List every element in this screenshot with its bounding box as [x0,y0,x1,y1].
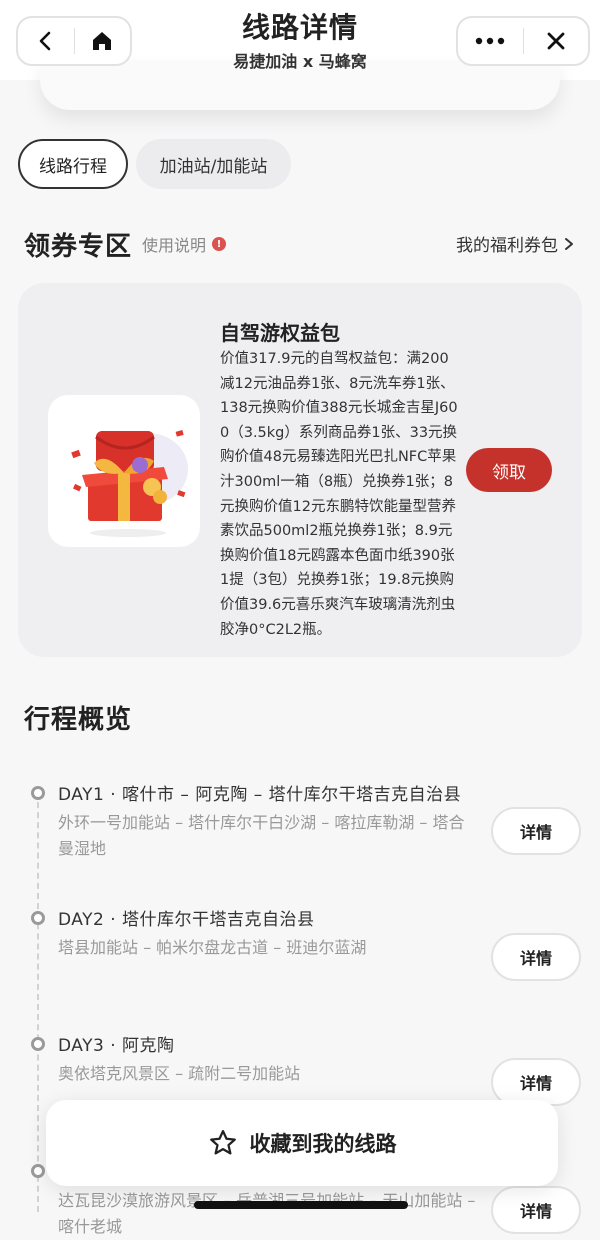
gift-image [48,395,200,547]
back-button[interactable] [18,18,74,64]
day-route: 塔县加能站 – 帕米尔盘龙古道 – 班迪尔蓝湖 [58,938,367,957]
timeline-dot [31,786,45,800]
coupon-description: 价值317.9元的自驾权益包：满200减12元油品券1张、8元洗车券1张、138… [220,351,458,638]
timeline-line [37,792,39,1212]
day-route: 奥依塔克风景区 – 疏附二号加能站 [58,1064,301,1083]
chevron-left-icon [39,31,51,51]
favorite-route-button[interactable]: 收藏到我的线路 [46,1100,558,1186]
coupon-section-title: 领券专区 [24,232,133,262]
gift-icon [71,430,188,537]
my-bag-label: 我的福利券包 [456,236,558,256]
home-indicator [194,1201,408,1209]
close-icon [547,32,565,50]
day-detail-button[interactable]: 详情 [491,933,581,981]
day-title: DAY3 · 阿克陶 [58,1036,175,1056]
claim-button[interactable]: 领取 [466,448,552,492]
day-detail-button[interactable]: 详情 [491,1186,581,1234]
page-subtitle: 易捷加油 x 马蜂窝 [233,52,367,71]
overview-title: 行程概览 [24,705,133,735]
tab-stations[interactable]: 加油站/加能站 [136,139,291,189]
favorite-label: 收藏到我的线路 [249,1132,397,1156]
chevron-right-icon [565,237,573,250]
home-button[interactable] [75,18,131,64]
timeline-dot [31,911,45,925]
nav-capsule-right [456,16,590,66]
day-detail-button[interactable]: 详情 [491,807,581,855]
page-title: 线路详情 [241,11,358,44]
day-detail-button[interactable]: 详情 [491,1058,581,1106]
timeline-dot [31,1164,45,1178]
star-icon [209,1130,236,1155]
coupon-name: 自驾游权益包 [220,321,340,345]
day-route: 外环一号加能站 – 塔什库尔干白沙湖 – 喀拉库勒湖 – 塔合曼湿地 [58,813,465,858]
day-route: 达瓦昆沙漠旅游风景区 – 岳普湖三号加能站 – 天山加能站 – 喀什老城 [58,1191,476,1236]
more-dots-icon [476,37,505,45]
tab-route[interactable]: 线路行程 [18,139,128,189]
usage-instructions-link[interactable]: 使用说明 ! [142,232,227,256]
coupon-card: 自驾游权益包 价值317.9元的自驾权益包：满200减12元油品券1张、8元洗车… [18,283,582,657]
close-button[interactable] [524,18,589,64]
home-icon [93,32,112,50]
nav-capsule-left [16,16,132,66]
my-coupon-bag-link[interactable]: 我的福利券包 [456,231,574,256]
day-title: DAY2 · 塔什库尔干塔吉克自治县 [58,910,315,930]
timeline-dot [31,1037,45,1051]
usage-label: 使用说明 [142,236,207,255]
day-title: DAY1 · 喀什市 – 阿克陶 – 塔什库尔干塔吉克自治县 [58,785,462,805]
more-button[interactable] [458,18,523,64]
info-icon: ! [212,237,227,251]
